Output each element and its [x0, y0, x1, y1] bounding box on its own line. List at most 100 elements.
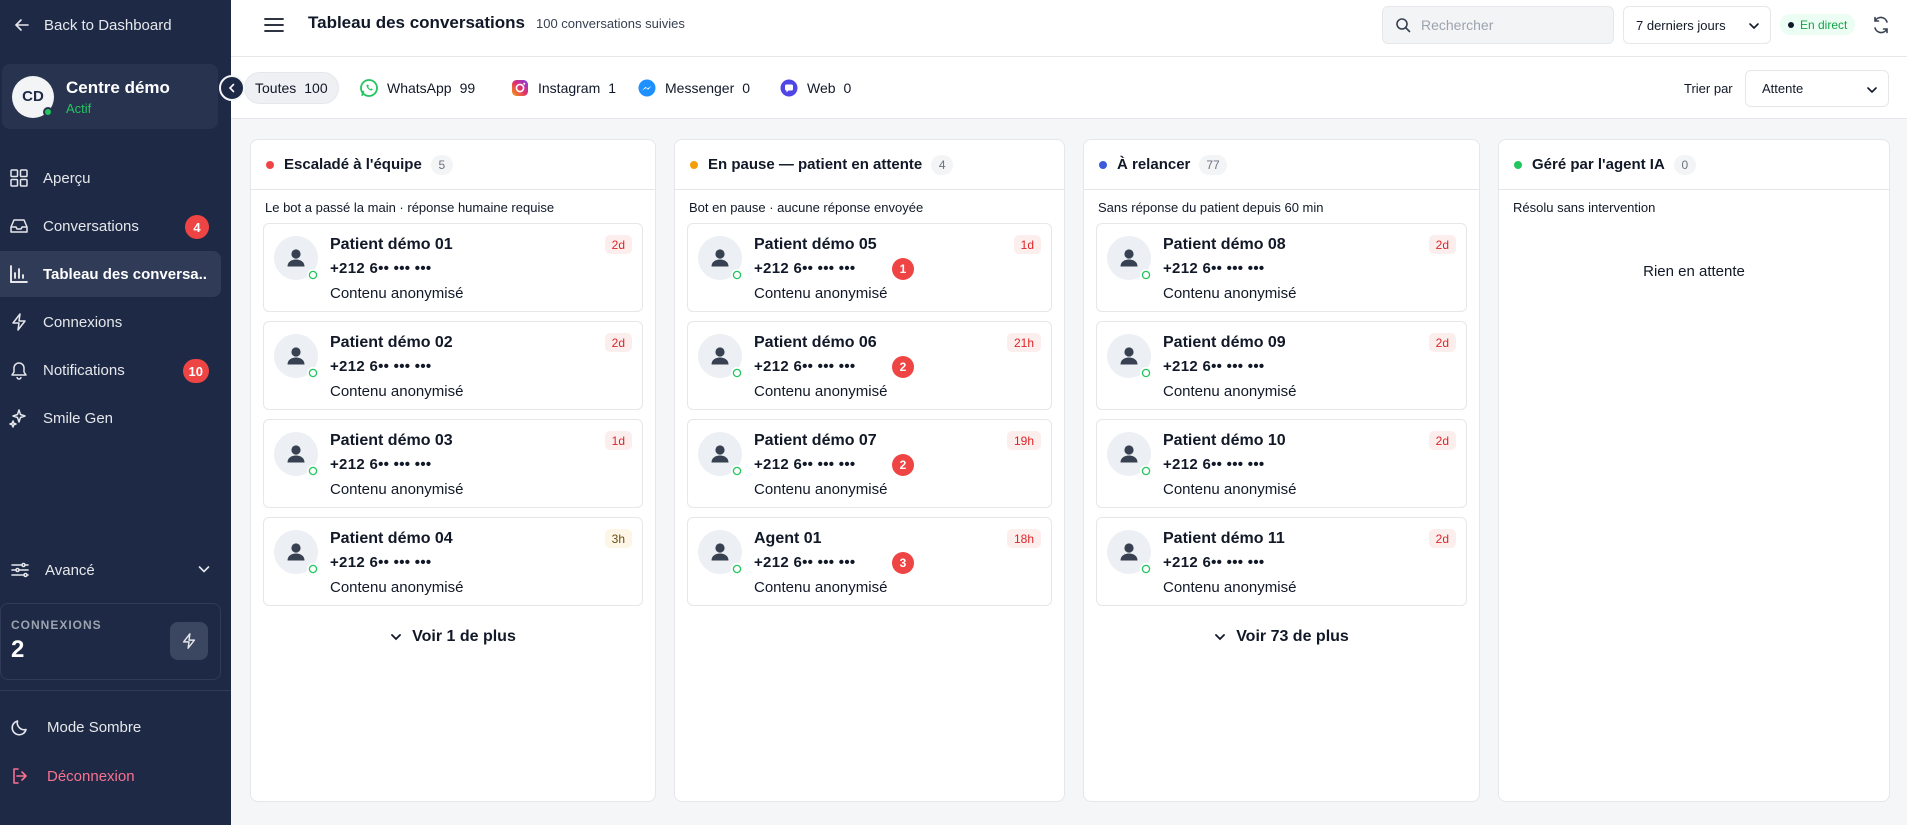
menu-icon[interactable]: [263, 16, 285, 34]
column-relancer: À relancer 77 Sans réponse du patient depu…: [1083, 139, 1480, 802]
bolt-icon: [182, 633, 196, 649]
last-message: Contenu anonymisé: [754, 481, 888, 498]
conversation-card[interactable]: Patient démo 09 +212 6•• ••• ••• Contenu a…: [1096, 321, 1467, 410]
instagram-icon: [510, 78, 530, 98]
filter-chip-label: Instagram: [538, 80, 601, 96]
filter-chip-instagram[interactable]: Instagram 1: [500, 72, 626, 104]
filter-chip-all[interactable]: Toutes 100: [244, 72, 339, 104]
contact-name: Patient démo 04: [330, 530, 453, 547]
conversation-card[interactable]: Patient démo 07 +212 6•• ••• ••• Contenu a…: [687, 419, 1052, 508]
channel-filter-bar: Trier par Attente Toutes 100 WhatsApp 99 Ins…: [231, 57, 1907, 119]
page-subtitle: 100 conversations suivies: [536, 16, 685, 31]
last-message: Contenu anonymisé: [754, 579, 888, 596]
chevron-down-icon: [198, 566, 210, 573]
conversation-card[interactable]: Patient démo 11 +212 6•• ••• ••• Contenu a…: [1096, 517, 1467, 606]
contact-phone: +212 6•• ••• •••: [754, 260, 856, 277]
sidebar-item-conversations[interactable]: Conversations 4: [0, 203, 221, 249]
avatar: [274, 334, 319, 379]
wait-time-badge: 2d: [1428, 431, 1456, 450]
collapse-sidebar-button[interactable]: [219, 75, 245, 101]
back-to-dashboard-link[interactable]: Back to Dashboard: [14, 14, 172, 36]
sparkles-icon: [8, 407, 30, 429]
contact-name: Patient démo 09: [1163, 334, 1286, 351]
contact-name: Patient démo 05: [754, 236, 877, 253]
logout-label: Déconnexion: [47, 767, 135, 785]
wait-time-badge: 2d: [1428, 235, 1456, 254]
sort-select[interactable]: Attente: [1745, 70, 1889, 107]
user-icon: [1116, 245, 1142, 271]
show-more-button[interactable]: Voir 73 de plus: [1084, 615, 1479, 659]
online-dot: [43, 106, 53, 117]
filter-chip-count: 1: [608, 80, 617, 96]
contact-phone: +212 6•• ••• •••: [1163, 456, 1265, 473]
conversation-card[interactable]: Patient démo 04 +212 6•• ••• ••• Contenu a…: [263, 517, 643, 606]
contact-phone: +212 6•• ••• •••: [1163, 554, 1265, 571]
dark-mode-label: Mode Sombre: [47, 718, 142, 736]
contact-phone: +212 6•• ••• •••: [754, 554, 856, 571]
column-title: À relancer: [1117, 156, 1191, 173]
search-input[interactable]: [1421, 17, 1601, 33]
conversation-card[interactable]: Patient démo 03 +212 6•• ••• ••• Contenu a…: [263, 419, 643, 508]
conversation-card[interactable]: Patient démo 10 +212 6•• ••• ••• Contenu a…: [1096, 419, 1467, 508]
card-list: Patient démo 08 +212 6•• ••• ••• Contenu a…: [1084, 223, 1479, 606]
dark-mode-toggle[interactable]: Mode Sombre: [10, 714, 141, 740]
conversation-card[interactable]: Patient démo 02 +212 6•• ••• ••• Contenu a…: [263, 321, 643, 410]
date-range-select[interactable]: 7 derniers jours: [1623, 6, 1771, 44]
org-status: Actif: [66, 100, 92, 116]
chevron-down-icon: [1749, 23, 1759, 30]
column-status-dot: [690, 160, 698, 169]
sort-value: Attente: [1762, 81, 1804, 96]
user-icon: [707, 441, 733, 467]
conversation-card[interactable]: Patient démo 01 +212 6•• ••• ••• Contenu a…: [263, 223, 643, 312]
unread-badge: 1: [892, 258, 914, 280]
org-initials: CD: [22, 88, 44, 105]
sidebar-item-tableau[interactable]: Tableau des conversa..: [0, 251, 221, 297]
sidebar-item-smile[interactable]: Smile Gen: [0, 395, 221, 441]
filter-chip-messenger[interactable]: Messenger 0: [627, 72, 760, 104]
sidebar-item-connexions[interactable]: Connexions: [0, 299, 221, 345]
user-icon: [1116, 441, 1142, 467]
filter-chip-web[interactable]: Web 0: [769, 72, 861, 104]
org-avatar: CD: [12, 75, 54, 118]
column-count: 5: [430, 154, 453, 175]
show-more-label: Voir 1 de plus: [412, 628, 516, 645]
inbox-icon: [8, 215, 30, 237]
conversation-card[interactable]: Agent 01 +212 6•• ••• ••• Contenu anonymis…: [687, 517, 1052, 606]
arrow-left-icon: [14, 19, 29, 31]
filter-chip-count: 0: [742, 80, 751, 96]
contact-name: Patient démo 07: [754, 432, 877, 449]
sidebar-item-apercu[interactable]: Aperçu: [0, 155, 221, 201]
wait-time-badge: 1d: [604, 431, 632, 450]
last-message: Contenu anonymisé: [1163, 481, 1297, 498]
refresh-icon[interactable]: [1871, 15, 1891, 35]
avatar: [698, 236, 743, 281]
date-range-value: 7 derniers jours: [1636, 17, 1726, 33]
column-header: À relancer 77: [1084, 140, 1479, 190]
conversation-card[interactable]: Patient démo 06 +212 6•• ••• ••• Contenu a…: [687, 321, 1052, 410]
contact-phone: +212 6•• ••• •••: [330, 554, 432, 571]
whatsapp-icon: [731, 563, 743, 575]
show-more-button[interactable]: Voir 1 de plus: [251, 615, 655, 659]
wait-time-badge: 1d: [1013, 235, 1041, 254]
connections-bolt-button[interactable]: [170, 622, 208, 660]
advanced-toggle[interactable]: Avancé: [0, 548, 221, 592]
avatar: [1107, 334, 1152, 379]
connections-card: CONNEXIONS 2: [0, 603, 221, 680]
chevron-down-icon: [1867, 87, 1877, 94]
contact-phone: +212 6•• ••• •••: [1163, 358, 1265, 375]
bolt-icon: [8, 311, 30, 333]
top-header: Tableau des conversations 100 conversati…: [231, 0, 1907, 57]
chevron-down-icon: [1215, 634, 1226, 641]
last-message: Contenu anonymisé: [330, 579, 464, 596]
whatsapp-icon: [1140, 465, 1152, 477]
conversation-card[interactable]: Patient démo 05 +212 6•• ••• ••• Contenu a…: [687, 223, 1052, 312]
conversation-card[interactable]: Patient démo 08 +212 6•• ••• ••• Contenu a…: [1096, 223, 1467, 312]
filter-chip-whatsapp[interactable]: WhatsApp 99: [349, 72, 485, 104]
user-icon: [283, 245, 309, 271]
grid-icon: [8, 167, 30, 189]
org-card[interactable]: CD Centre démo Actif: [2, 64, 218, 129]
sidebar-item-notifications[interactable]: Notifications 10: [0, 347, 221, 393]
last-message: Contenu anonymisé: [330, 481, 464, 498]
column-title: Géré par l'agent IA: [1532, 156, 1665, 173]
logout-button[interactable]: Déconnexion: [10, 763, 135, 789]
